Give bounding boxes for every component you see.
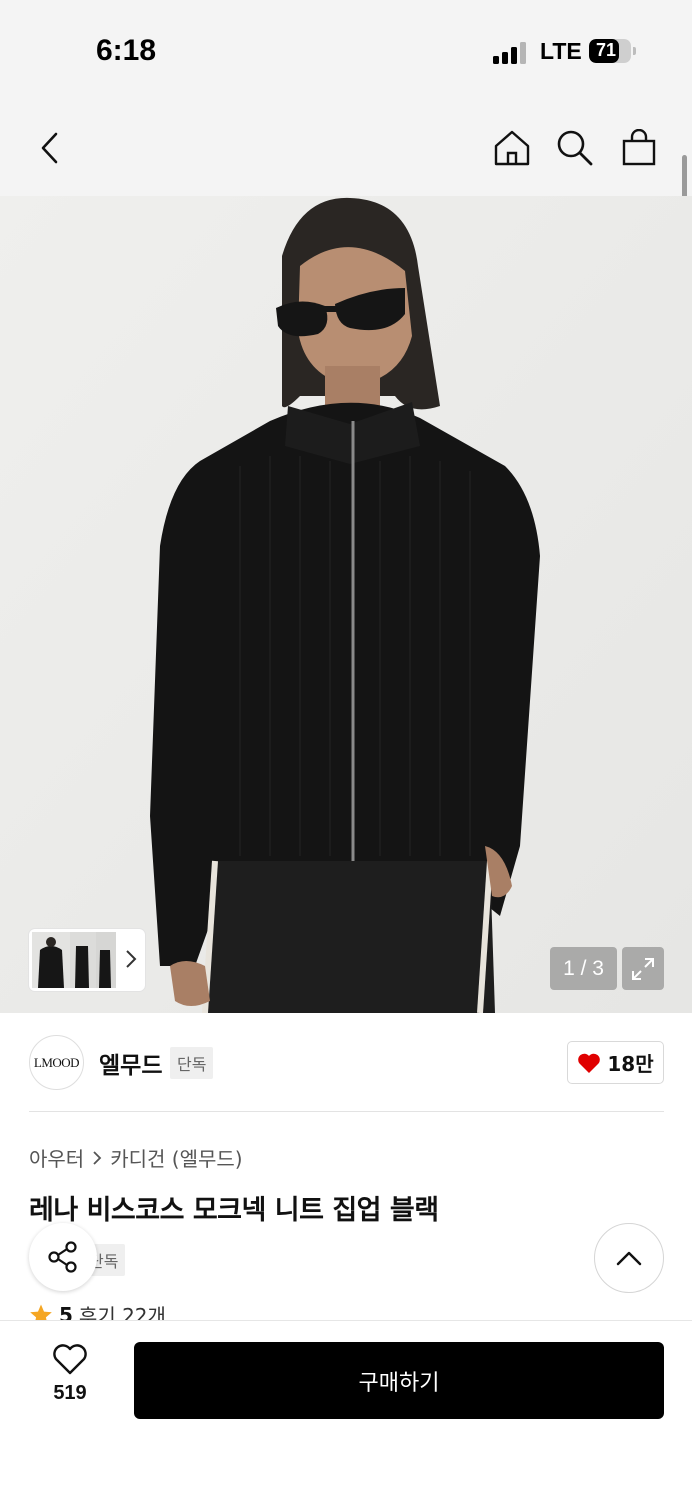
chevron-right-icon bbox=[126, 950, 137, 968]
thumbnail-images bbox=[32, 932, 116, 988]
brand-name[interactable]: 엘무드 bbox=[99, 1046, 162, 1080]
heart-icon bbox=[53, 1344, 87, 1375]
wishlist-count: 519 bbox=[53, 1382, 87, 1404]
bag-icon bbox=[622, 129, 656, 166]
home-icon bbox=[494, 130, 530, 166]
wishlist-button[interactable]: 519 bbox=[40, 1344, 100, 1414]
scroll-top-button[interactable] bbox=[594, 1223, 664, 1293]
home-button[interactable] bbox=[488, 124, 536, 172]
back-icon bbox=[41, 132, 58, 164]
expand-button[interactable] bbox=[622, 947, 664, 990]
network-type: LTE bbox=[540, 38, 582, 64]
breadcrumb: 아우터 카디건 (엘무드) bbox=[29, 1143, 243, 1172]
model-photo bbox=[0, 196, 692, 1013]
battery-level: 71 bbox=[595, 40, 617, 60]
buy-button[interactable]: 구매하기 bbox=[134, 1342, 664, 1419]
battery-icon: 71 bbox=[589, 39, 631, 63]
battery-cap bbox=[633, 47, 636, 55]
exclusive-badge: 단독 bbox=[170, 1047, 214, 1079]
back-button[interactable] bbox=[26, 124, 74, 172]
chevron-up-icon bbox=[616, 1251, 642, 1266]
search-icon bbox=[557, 130, 593, 166]
heart-filled-icon bbox=[578, 1053, 601, 1073]
divider bbox=[29, 1111, 664, 1112]
product-title: 레나 비스코스 모크넥 니트 집업 블랙 bbox=[29, 1195, 439, 1226]
status-bar: 6:18 LTE 71 bbox=[0, 0, 692, 100]
bag-button[interactable] bbox=[615, 124, 663, 172]
brand-like-count: 18만 bbox=[607, 1052, 654, 1076]
thumbnail-strip[interactable] bbox=[29, 929, 145, 991]
top-nav bbox=[0, 100, 692, 196]
breadcrumb-item-cardigan[interactable]: 카디건 (엘무드) bbox=[110, 1143, 242, 1172]
brand-like-button[interactable]: 18만 bbox=[567, 1041, 664, 1084]
search-button[interactable] bbox=[551, 124, 599, 172]
image-counter: 1 / 3 bbox=[550, 947, 617, 990]
share-button[interactable] bbox=[29, 1223, 97, 1291]
chevron-right-icon bbox=[93, 1150, 102, 1165]
signal-icon bbox=[493, 40, 527, 64]
breadcrumb-item-outer[interactable]: 아우터 bbox=[29, 1143, 84, 1172]
status-time: 6:18 bbox=[96, 34, 157, 67]
brand-logo[interactable]: LMOOD bbox=[29, 1035, 84, 1090]
share-icon bbox=[48, 1241, 77, 1273]
expand-icon bbox=[632, 957, 654, 980]
product-image[interactable] bbox=[0, 196, 692, 1013]
